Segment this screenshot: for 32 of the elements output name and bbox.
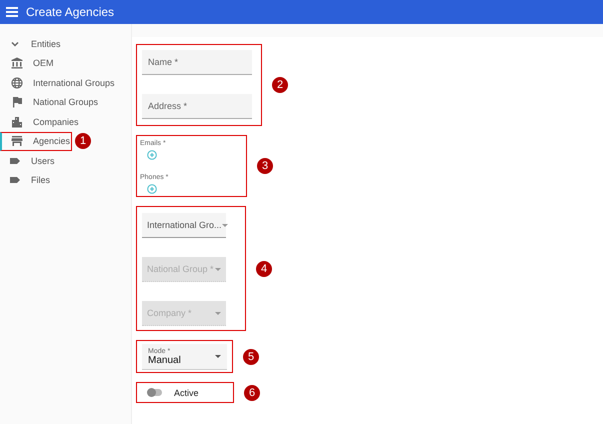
- text-field[interactable]: Address *: [142, 94, 252, 119]
- caret-icon: [215, 312, 221, 314]
- caret-icon: [215, 355, 221, 358]
- callout-badge: 6: [244, 384, 260, 400]
- globe-icon: [11, 76, 23, 89]
- nav-item[interactable]: Users: [0, 151, 131, 170]
- add-icon[interactable]: [147, 184, 157, 194]
- callout-badge: 4: [256, 260, 272, 276]
- nav-item[interactable]: Companies: [0, 112, 79, 132]
- building-icon: [11, 116, 23, 128]
- callout-badge: 5: [243, 348, 259, 364]
- nav-item[interactable]: Files: [0, 170, 131, 190]
- nav-item[interactable]: Entities: [0, 34, 131, 54]
- store-icon: [11, 135, 23, 148]
- callout-badge: 2: [272, 77, 288, 93]
- bank-icon: [11, 57, 23, 70]
- toggle-switch[interactable]: [148, 389, 162, 396]
- callout-badge: 3: [257, 158, 273, 174]
- text-field[interactable]: Name *: [142, 50, 252, 75]
- add-icon[interactable]: [147, 150, 157, 160]
- select-field[interactable]: International Gro...: [142, 213, 226, 238]
- switch-label: Active: [174, 388, 199, 398]
- menu-icon[interactable]: [6, 7, 18, 17]
- nav-item[interactable]: National Groups: [0, 92, 98, 112]
- caret-icon: [215, 268, 221, 270]
- callout-badge: 1: [75, 133, 91, 150]
- page-title: Create Agencies: [26, 5, 114, 19]
- flag-icon: [11, 96, 23, 108]
- nav-item[interactable]: International Groups: [0, 73, 115, 92]
- nav-item[interactable]: OEM: [0, 54, 54, 73]
- nav-item[interactable]: Agencies: [0, 132, 72, 151]
- caret-icon: [222, 224, 228, 226]
